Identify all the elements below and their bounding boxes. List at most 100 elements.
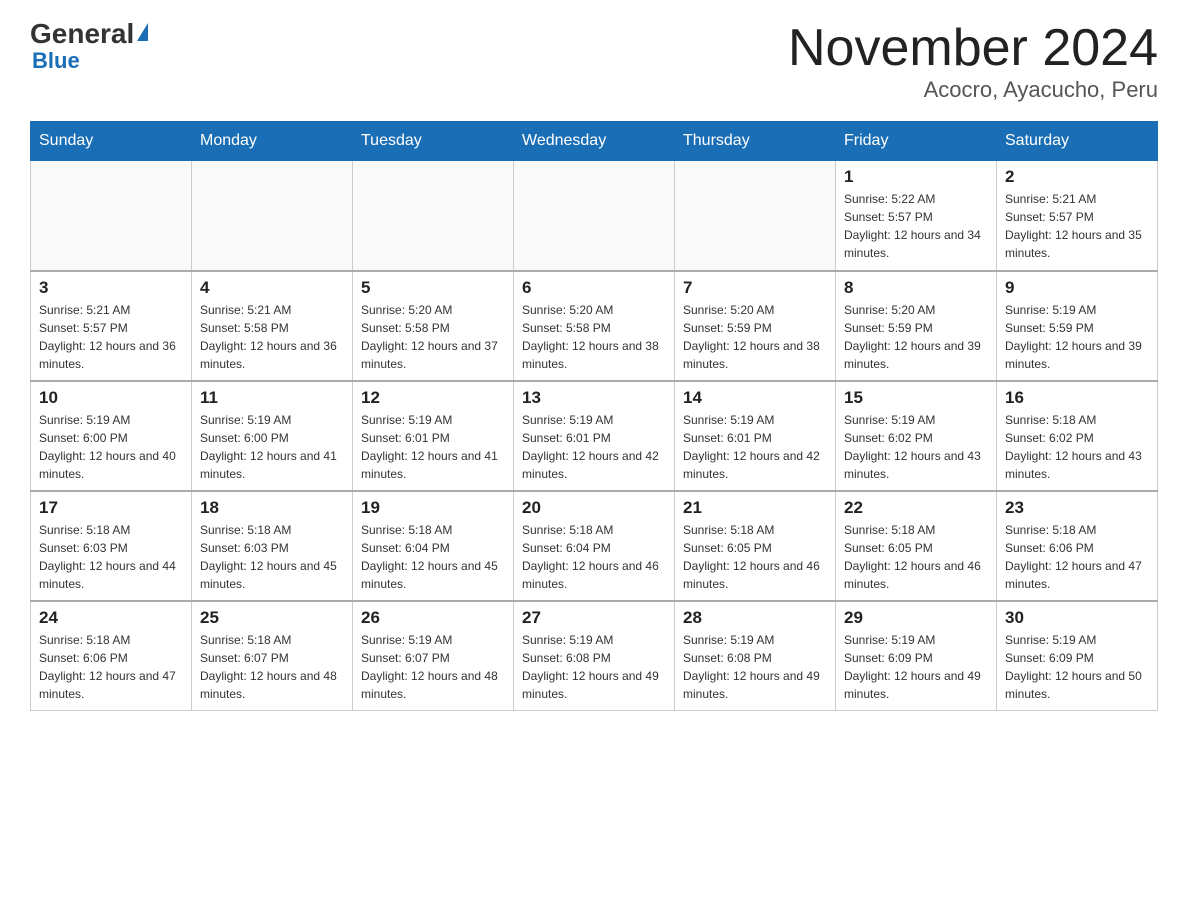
table-row: 27 Sunrise: 5:19 AM Sunset: 6:08 PM Dayli… [514,601,675,711]
table-row [675,161,836,271]
day-info: Sunrise: 5:19 AM Sunset: 6:09 PM Dayligh… [844,631,988,703]
day-number: 13 [522,388,666,408]
day-number: 18 [200,498,344,518]
table-row: 17 Sunrise: 5:18 AM Sunset: 6:03 PM Dayli… [31,491,192,601]
logo: General Blue [30,20,148,74]
day-info: Sunrise: 5:18 AM Sunset: 6:05 PM Dayligh… [683,521,827,593]
day-number: 17 [39,498,183,518]
day-number: 22 [844,498,988,518]
day-info: Sunrise: 5:22 AM Sunset: 5:57 PM Dayligh… [844,190,988,262]
table-row: 6 Sunrise: 5:20 AM Sunset: 5:58 PM Daylig… [514,271,675,381]
header-monday: Monday [192,122,353,161]
header-wednesday: Wednesday [514,122,675,161]
table-row: 13Sunrise: 5:19 AM Sunset: 6:01 PM Dayli… [514,381,675,491]
day-number: 23 [1005,498,1149,518]
day-info: Sunrise: 5:21 AM Sunset: 5:57 PM Dayligh… [39,301,183,373]
table-row: 11 Sunrise: 5:19 AM Sunset: 6:00 PM Dayli… [192,381,353,491]
table-row: 21 Sunrise: 5:18 AM Sunset: 6:05 PM Dayli… [675,491,836,601]
table-row: 28 Sunrise: 5:19 AM Sunset: 6:08 PM Dayli… [675,601,836,711]
table-row: 26 Sunrise: 5:19 AM Sunset: 6:07 PM Dayli… [353,601,514,711]
header-thursday: Thursday [675,122,836,161]
table-row: 25 Sunrise: 5:18 AM Sunset: 6:07 PM Dayli… [192,601,353,711]
day-number: 25 [200,608,344,628]
day-info: Sunrise: 5:18 AM Sunset: 6:06 PM Dayligh… [1005,521,1149,593]
table-row: 24 Sunrise: 5:18 AM Sunset: 6:06 PM Dayli… [31,601,192,711]
table-row: 3 Sunrise: 5:21 AM Sunset: 5:57 PM Daylig… [31,271,192,381]
day-number: 16 [1005,388,1149,408]
table-row: 29Sunrise: 5:19 AM Sunset: 6:09 PM Dayli… [836,601,997,711]
table-row: 14 Sunrise: 5:19 AM Sunset: 6:01 PM Dayli… [675,381,836,491]
day-number: 1 [844,167,988,187]
table-row: 15Sunrise: 5:19 AM Sunset: 6:02 PM Dayli… [836,381,997,491]
day-number: 24 [39,608,183,628]
day-info: Sunrise: 5:19 AM Sunset: 6:08 PM Dayligh… [683,631,827,703]
day-info: Sunrise: 5:20 AM Sunset: 5:58 PM Dayligh… [522,301,666,373]
day-number: 5 [361,278,505,298]
table-row: 22Sunrise: 5:18 AM Sunset: 6:05 PM Dayli… [836,491,997,601]
day-number: 27 [522,608,666,628]
day-info: Sunrise: 5:18 AM Sunset: 6:07 PM Dayligh… [200,631,344,703]
day-info: Sunrise: 5:20 AM Sunset: 5:59 PM Dayligh… [683,301,827,373]
table-row: 23 Sunrise: 5:18 AM Sunset: 6:06 PM Dayli… [997,491,1158,601]
month-title: November 2024 [788,20,1158,77]
day-number: 10 [39,388,183,408]
header-friday: Friday [836,122,997,161]
day-info: Sunrise: 5:20 AM Sunset: 5:59 PM Dayligh… [844,301,988,373]
header-tuesday: Tuesday [353,122,514,161]
day-number: 4 [200,278,344,298]
day-number: 14 [683,388,827,408]
calendar-week-row: 1 Sunrise: 5:22 AM Sunset: 5:57 PM Daylig… [31,161,1158,271]
day-number: 3 [39,278,183,298]
table-row [192,161,353,271]
day-info: Sunrise: 5:19 AM Sunset: 6:07 PM Dayligh… [361,631,505,703]
table-row [353,161,514,271]
table-row: 10 Sunrise: 5:19 AM Sunset: 6:00 PM Dayli… [31,381,192,491]
day-number: 7 [683,278,827,298]
table-row: 4Sunrise: 5:21 AM Sunset: 5:58 PM Daylig… [192,271,353,381]
day-info: Sunrise: 5:19 AM Sunset: 6:00 PM Dayligh… [200,411,344,483]
header-sunday: Sunday [31,122,192,161]
day-info: Sunrise: 5:18 AM Sunset: 6:04 PM Dayligh… [361,521,505,593]
day-number: 9 [1005,278,1149,298]
table-row: 30 Sunrise: 5:19 AM Sunset: 6:09 PM Dayli… [997,601,1158,711]
header: General Blue November 2024 Acocro, Ayacu… [30,20,1158,103]
day-number: 19 [361,498,505,518]
day-number: 11 [200,388,344,408]
title-area: November 2024 Acocro, Ayacucho, Peru [788,20,1158,103]
logo-triangle-icon [137,23,148,41]
day-number: 15 [844,388,988,408]
calendar-week-row: 17 Sunrise: 5:18 AM Sunset: 6:03 PM Dayli… [31,491,1158,601]
table-row: 16 Sunrise: 5:18 AM Sunset: 6:02 PM Dayli… [997,381,1158,491]
calendar-week-row: 10 Sunrise: 5:19 AM Sunset: 6:00 PM Dayli… [31,381,1158,491]
day-number: 21 [683,498,827,518]
day-number: 6 [522,278,666,298]
header-saturday: Saturday [997,122,1158,161]
table-row: 9 Sunrise: 5:19 AM Sunset: 5:59 PM Daylig… [997,271,1158,381]
logo-blue-text: Blue [32,48,80,73]
table-row: 19 Sunrise: 5:18 AM Sunset: 6:04 PM Dayli… [353,491,514,601]
table-row [514,161,675,271]
day-info: Sunrise: 5:19 AM Sunset: 6:00 PM Dayligh… [39,411,183,483]
table-row: 8Sunrise: 5:20 AM Sunset: 5:59 PM Daylig… [836,271,997,381]
table-row: 2Sunrise: 5:21 AM Sunset: 5:57 PM Daylig… [997,161,1158,271]
day-info: Sunrise: 5:19 AM Sunset: 6:08 PM Dayligh… [522,631,666,703]
day-info: Sunrise: 5:19 AM Sunset: 6:01 PM Dayligh… [361,411,505,483]
day-info: Sunrise: 5:18 AM Sunset: 6:03 PM Dayligh… [39,521,183,593]
day-number: 28 [683,608,827,628]
day-number: 20 [522,498,666,518]
table-row: 12Sunrise: 5:19 AM Sunset: 6:01 PM Dayli… [353,381,514,491]
day-info: Sunrise: 5:19 AM Sunset: 6:09 PM Dayligh… [1005,631,1149,703]
calendar-week-row: 3 Sunrise: 5:21 AM Sunset: 5:57 PM Daylig… [31,271,1158,381]
table-row: 20Sunrise: 5:18 AM Sunset: 6:04 PM Dayli… [514,491,675,601]
day-info: Sunrise: 5:19 AM Sunset: 5:59 PM Dayligh… [1005,301,1149,373]
day-info: Sunrise: 5:19 AM Sunset: 6:01 PM Dayligh… [683,411,827,483]
day-number: 26 [361,608,505,628]
table-row [31,161,192,271]
weekday-header-row: Sunday Monday Tuesday Wednesday Thursday… [31,122,1158,161]
calendar-table: Sunday Monday Tuesday Wednesday Thursday… [30,121,1158,711]
logo-general-text: General [30,20,134,48]
day-number: 30 [1005,608,1149,628]
day-info: Sunrise: 5:18 AM Sunset: 6:02 PM Dayligh… [1005,411,1149,483]
day-info: Sunrise: 5:18 AM Sunset: 6:06 PM Dayligh… [39,631,183,703]
day-info: Sunrise: 5:21 AM Sunset: 5:57 PM Dayligh… [1005,190,1149,262]
